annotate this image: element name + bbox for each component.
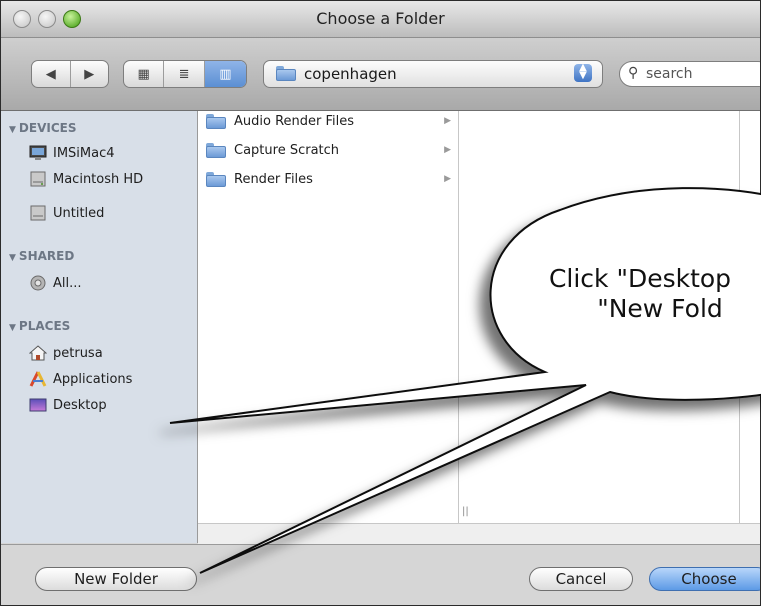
chevron-right-icon: ▶ — [444, 174, 451, 184]
cancel-button[interactable]: Cancel — [529, 567, 633, 591]
disclosure-triangle-icon: ▼ — [9, 125, 16, 135]
arrow-left-icon: ◀ — [45, 66, 56, 82]
disclosure-triangle-icon: ▼ — [9, 323, 16, 333]
sidebar-item-label: petrusa — [53, 345, 103, 361]
popup-stepper-icon: ▲ ▼ — [574, 63, 592, 82]
sidebar-item-untitled[interactable]: Untitled — [29, 203, 104, 223]
desktop-icon — [29, 397, 47, 413]
callout-line-2: "New Fold — [597, 294, 723, 323]
chevron-right-icon: ▶ — [444, 145, 451, 155]
hard-drive-icon — [29, 205, 47, 221]
toolbar: ◀ ▶ ▦ ≣ ▥ copenhagen ▲ ▼ ⚲ — [1, 38, 760, 111]
back-button[interactable]: ◀ — [32, 61, 71, 87]
folder-icon — [276, 66, 296, 81]
folder-name: Render Files — [234, 171, 313, 187]
disclosure-triangle-icon: ▼ — [9, 253, 16, 263]
callout-text: Click "Desktop "New Fold — [510, 264, 761, 324]
title-bar: Choose a Folder — [1, 1, 760, 38]
sidebar-section-places[interactable]: ▼ PLACES — [9, 319, 70, 333]
hard-drive-icon — [29, 171, 47, 187]
arrow-right-icon: ▶ — [84, 66, 95, 82]
search-icon: ⚲ — [628, 65, 639, 81]
folder-name: Audio Render Files — [234, 113, 355, 129]
sidebar-section-devices[interactable]: ▼ DEVICES — [9, 121, 76, 135]
list-item[interactable]: Audio Render Files ▶ — [206, 111, 451, 131]
choose-button[interactable]: Choose — [649, 567, 760, 591]
sidebar-item-label: Macintosh HD — [53, 171, 144, 187]
sidebar-section-shared[interactable]: ▼ SHARED — [9, 249, 74, 263]
sidebar-item-label: IMSiMac4 — [53, 145, 115, 161]
horizontal-scrollbar[interactable] — [198, 523, 760, 544]
folder-icon — [206, 142, 226, 158]
bottom-bar: New Folder Cancel Choose — [1, 544, 760, 605]
folder-icon — [206, 171, 226, 187]
chevron-right-icon: ▶ — [444, 116, 451, 126]
sidebar-item-imsimac4[interactable]: IMSiMac4 — [29, 143, 115, 163]
list-view-button[interactable]: ≣ — [164, 61, 205, 87]
sidebar-item-desktop[interactable]: Desktop — [29, 395, 107, 415]
search-input[interactable] — [644, 64, 760, 84]
location-label: copenhagen — [304, 65, 397, 83]
list-item[interactable]: Render Files ▶ — [206, 169, 451, 189]
sidebar: ▼ DEVICES IMSiMac4 Macintosh HD Untitled … — [1, 111, 198, 543]
view-mode-control: ▦ ≣ ▥ — [123, 60, 247, 88]
column-resize-handle[interactable]: || — [462, 506, 469, 517]
home-icon — [28, 345, 48, 361]
list-item[interactable]: Capture Scratch ▶ — [206, 140, 451, 160]
callout-line-1: Click "Desktop — [548, 264, 732, 293]
icon-view-button[interactable]: ▦ — [124, 61, 165, 87]
window-title: Choose a Folder — [316, 9, 445, 28]
sidebar-item-label: All... — [53, 275, 82, 291]
sidebar-item-label: Applications — [53, 371, 133, 387]
forward-button[interactable]: ▶ — [71, 61, 109, 87]
folder-icon — [206, 113, 226, 129]
back-forward-control: ◀ ▶ — [31, 60, 109, 88]
sidebar-item-petrusa[interactable]: petrusa — [28, 343, 103, 363]
sidebar-item-label: Untitled — [53, 205, 105, 221]
sidebar-item-label: Desktop — [53, 397, 107, 413]
column-view-icon: ▥ — [219, 66, 232, 82]
new-folder-button[interactable]: New Folder — [35, 567, 197, 591]
network-icon — [29, 275, 47, 291]
location-popup[interactable]: copenhagen ▲ ▼ — [263, 60, 603, 88]
folder-name: Capture Scratch — [234, 142, 340, 158]
icon-view-icon: ▦ — [137, 66, 150, 82]
sidebar-item-all[interactable]: All... — [29, 273, 82, 293]
sidebar-item-applications[interactable]: Applications — [29, 369, 132, 389]
applications-icon — [29, 371, 47, 387]
list-view-icon: ≣ — [178, 66, 190, 82]
browser-column-1: Audio Render Files ▶ Capture Scratch ▶ R… — [198, 111, 459, 523]
column-view-button[interactable]: ▥ — [204, 61, 246, 87]
imac-icon — [29, 145, 47, 161]
search-field[interactable]: ⚲ — [619, 61, 760, 87]
sidebar-item-macintosh-hd[interactable]: Macintosh HD — [29, 169, 143, 189]
